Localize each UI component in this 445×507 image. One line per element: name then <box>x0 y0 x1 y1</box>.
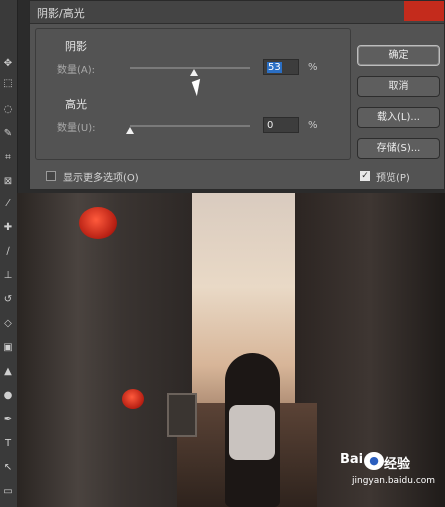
marquee-icon[interactable]: ⬚ <box>2 78 14 90</box>
save-button[interactable]: 存储(S)... <box>357 138 440 159</box>
watermark-brand-a: Bai <box>340 452 364 467</box>
paw-icon: ● <box>364 452 384 470</box>
quick-select-icon[interactable]: ✎ <box>2 128 14 140</box>
shadows-amount-value: 53 <box>267 62 282 73</box>
lantern <box>122 389 144 409</box>
path-select-icon[interactable]: ↖ <box>2 462 14 474</box>
hanging-sign <box>167 393 197 437</box>
shadows-highlights-dialog: 阴影/高光 阴影 数量(A): 53 % 高光 数量(U): 0 % 确定 取消… <box>29 0 445 190</box>
tools-panel: ✥ ⬚ ◌ ✎ ⌗ ⊠ ⁄ ✚ ∕ ⊥ ↺ ◇ ▣ ▲ ● ✒ T ↖ ▭ <box>0 0 18 507</box>
shadows-unit: % <box>308 62 318 73</box>
cancel-button[interactable]: 取消 <box>357 76 440 97</box>
dialog-title: 阴影/高光 <box>37 7 85 20</box>
shape-icon[interactable]: ▭ <box>2 486 14 498</box>
watermark-brand-b: 经验 <box>384 457 411 472</box>
more-options-label[interactable]: 显示更多选项(O) <box>63 169 139 184</box>
move-icon[interactable]: ✥ <box>2 58 14 70</box>
dodge-icon[interactable]: ● <box>2 390 14 402</box>
eraser-icon[interactable]: ◇ <box>2 318 14 330</box>
left-building <box>17 193 192 507</box>
pen-icon[interactable]: ✒ <box>2 414 14 426</box>
highlights-section-label: 高光 <box>65 98 87 111</box>
blur-icon[interactable]: ▲ <box>2 366 14 378</box>
shadows-amount-input[interactable]: 53 <box>263 59 299 75</box>
highlights-amount-input[interactable]: 0 <box>263 117 299 133</box>
highlights-amount-slider-thumb[interactable] <box>126 127 134 134</box>
gradient-icon[interactable]: ▣ <box>2 342 14 354</box>
lasso-icon[interactable]: ◌ <box>2 104 14 116</box>
ok-button[interactable]: 确定 <box>357 45 440 66</box>
crop-icon[interactable]: ⌗ <box>2 152 14 164</box>
healing-icon[interactable]: ✚ <box>2 222 14 234</box>
baidu-jingyan-watermark: Bai ● 经验 jingyan.baidu.com <box>340 452 445 507</box>
brush-icon[interactable]: ∕ <box>2 246 14 258</box>
eyedropper-icon[interactable]: ⁄ <box>2 198 14 210</box>
highlights-amount-value: 0 <box>267 120 274 131</box>
shadows-amount-slider-thumb[interactable] <box>189 69 198 76</box>
shadows-amount-label: 数量(A): <box>57 65 96 76</box>
lantern <box>79 207 117 239</box>
shadows-section-label: 阴影 <box>65 40 87 53</box>
history-brush-icon[interactable]: ↺ <box>2 294 14 306</box>
highlights-amount-label: 数量(U): <box>57 123 96 134</box>
highlights-amount-slider-track[interactable] <box>130 125 250 127</box>
more-options-checkbox[interactable] <box>46 171 56 181</box>
load-button[interactable]: 载入(L)... <box>357 107 440 128</box>
highlights-unit: % <box>308 120 318 131</box>
preview-label[interactable]: 预览(P) <box>376 169 410 184</box>
person-shirt <box>229 405 275 460</box>
preview-checkbox[interactable]: ✓ <box>360 171 370 181</box>
type-icon[interactable]: T <box>2 438 14 450</box>
stamp-icon[interactable]: ⊥ <box>2 270 14 282</box>
dialog-titlebar[interactable]: 阴影/高光 <box>30 1 444 24</box>
close-button[interactable] <box>404 1 444 21</box>
frame-icon[interactable]: ⊠ <box>2 176 14 188</box>
watermark-url: jingyan.baidu.com <box>352 476 436 486</box>
